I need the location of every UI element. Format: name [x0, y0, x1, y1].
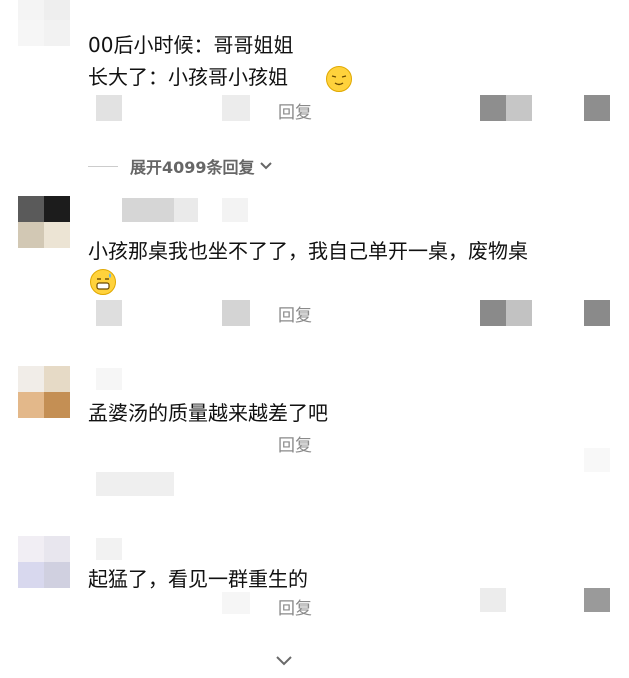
avatar[interactable] — [18, 366, 70, 418]
expand-replies-button[interactable]: 展开4099条回复 — [88, 154, 274, 178]
comment-text-line: 长大了：小孩哥小孩姐 — [88, 65, 288, 89]
dislike-icon[interactable] — [584, 300, 610, 326]
comment-text-line: 00后小时候：哥哥姐姐 — [88, 33, 294, 57]
reply-button[interactable]: 回复 — [278, 598, 312, 620]
comment-text-line: 小孩那桌我也坐不了了，我自己单开一桌，废物桌 — [88, 239, 528, 263]
reply-button[interactable]: 回复 — [278, 102, 312, 124]
username-blurred — [174, 198, 198, 222]
blurred-meta — [96, 300, 122, 326]
blurred-meta — [222, 95, 250, 121]
divider — [88, 165, 118, 167]
blurred-meta — [222, 300, 250, 326]
blurred-meta — [96, 472, 174, 496]
username-blurred[interactable] — [96, 368, 122, 390]
reply-button[interactable]: 回复 — [278, 305, 312, 327]
like-count — [506, 300, 532, 326]
avatar[interactable] — [18, 196, 70, 248]
like-count — [506, 95, 532, 121]
like-icon[interactable] — [480, 300, 506, 326]
dizzy-face-emoji-icon — [326, 66, 352, 92]
comment-text-line: 起猛了，看见一群重生的 — [88, 567, 308, 591]
like-icon[interactable] — [480, 588, 506, 612]
chevron-down-icon — [258, 157, 274, 176]
avatar[interactable] — [18, 536, 70, 588]
blurred-meta — [584, 448, 610, 472]
username-blurred[interactable] — [96, 538, 122, 560]
blurred-meta — [222, 592, 250, 614]
badge-blurred — [222, 198, 248, 222]
avatar[interactable] — [18, 0, 70, 46]
blurred-meta — [96, 95, 122, 121]
username-blurred[interactable] — [122, 198, 174, 222]
grinning-sweat-emoji-icon — [90, 269, 116, 295]
dislike-icon[interactable] — [584, 588, 610, 612]
like-icon[interactable] — [480, 95, 506, 121]
reply-button[interactable]: 回复 — [278, 435, 312, 457]
chevron-down-icon[interactable] — [272, 652, 296, 670]
comment-text-line: 孟婆汤的质量越来越差了吧 — [88, 401, 328, 425]
expand-replies-label: 展开4099条回复 — [130, 158, 255, 177]
dislike-icon[interactable] — [584, 95, 610, 121]
